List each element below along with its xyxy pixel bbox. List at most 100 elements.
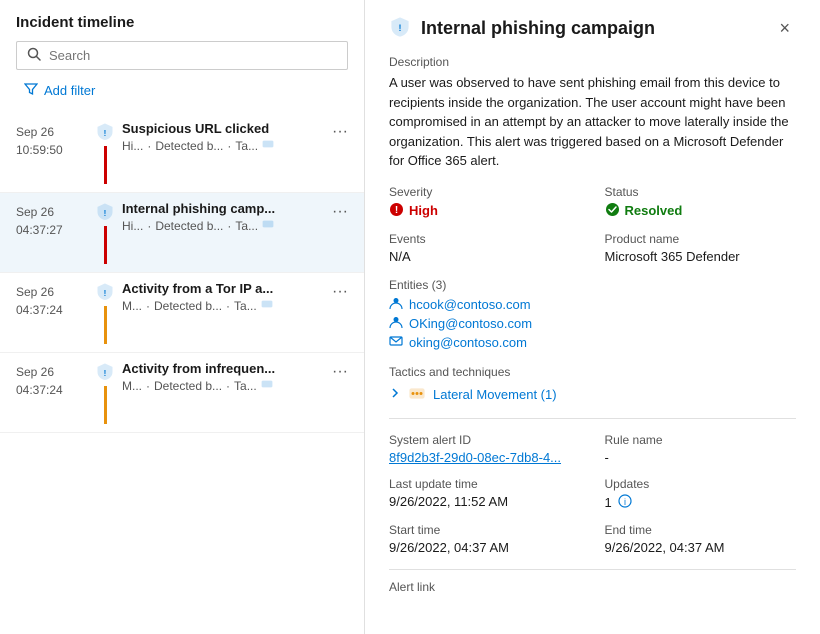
dot-separator: ·	[227, 139, 231, 153]
item-time: Sep 26 10:59:50	[16, 121, 88, 184]
item-meta: M... · Detected b... · Ta...	[122, 298, 328, 313]
incident-timeline-panel: Incident timeline Add filter Sep 26 10:5…	[0, 0, 365, 634]
severity-value: ! High	[389, 202, 581, 220]
item-time: Sep 26 04:37:24	[16, 281, 88, 344]
entity-item[interactable]: hcook@contoso.com	[389, 296, 796, 313]
svg-text:!: !	[399, 23, 402, 33]
status-cell: Status Resolved	[605, 185, 797, 220]
more-options-button[interactable]: ···	[328, 123, 352, 141]
end-time-value: 9/26/2022, 04:37 AM	[605, 540, 797, 555]
dot-separator: ·	[226, 299, 230, 313]
dot-separator: ·	[146, 299, 150, 313]
tag-icon	[262, 218, 274, 233]
item-meta-2: Detected b...	[154, 299, 222, 313]
updates-label: Updates	[605, 477, 797, 491]
item-title: Suspicious URL clicked	[122, 121, 322, 136]
filter-icon	[24, 82, 38, 99]
rule-name-cell: Rule name -	[605, 433, 797, 465]
shield-icon: !	[96, 201, 114, 224]
entity-item[interactable]: oking@contoso.com	[389, 334, 796, 351]
item-content: Activity from infrequen... M... · Detect…	[122, 361, 328, 424]
timeline-item[interactable]: Sep 26 04:37:27 ! Internal phishing camp…	[0, 193, 364, 273]
detail-panel: ! Internal phishing campaign × Descripti…	[365, 0, 820, 634]
tag-icon	[262, 138, 274, 153]
detail-title-row: ! Internal phishing campaign	[389, 16, 655, 41]
alert-link-label: Alert link	[389, 580, 796, 594]
dot-separator: ·	[226, 379, 230, 393]
svg-text:!: !	[104, 129, 107, 138]
entity-item[interactable]: OKing@contoso.com	[389, 315, 796, 332]
item-content: Activity from a Tor IP a... M... · Detec…	[122, 281, 328, 344]
item-meta-2: Detected b...	[154, 379, 222, 393]
item-meta-1: M...	[122, 299, 142, 313]
more-options-button[interactable]: ···	[328, 363, 352, 381]
search-input[interactable]	[49, 48, 337, 63]
svg-text:!: !	[395, 205, 398, 216]
system-alert-label: System alert ID	[389, 433, 581, 447]
search-icon	[27, 47, 41, 64]
more-options-button[interactable]: ···	[328, 283, 352, 301]
item-meta-2: Detected b...	[155, 139, 223, 153]
timeline-item[interactable]: Sep 26 04:37:24 ! Activity from infreque…	[0, 353, 364, 433]
item-meta-3: Ta...	[234, 299, 257, 313]
item-severity-bar	[104, 306, 107, 344]
shield-icon: !	[96, 361, 114, 384]
item-meta: Hi... · Detected b... · Ta...	[122, 218, 328, 233]
item-connector: !	[96, 201, 114, 264]
item-title: Internal phishing camp...	[122, 201, 322, 216]
item-meta-3: Ta...	[234, 379, 257, 393]
item-connector: !	[96, 281, 114, 344]
last-update-value: 9/26/2022, 11:52 AM	[389, 494, 581, 509]
item-time: Sep 26 04:37:27	[16, 201, 88, 264]
severity-cell: Severity ! High	[389, 185, 581, 220]
timeline-item[interactable]: Sep 26 10:59:50 ! Suspicious URL clicked…	[0, 113, 364, 193]
severity-icon: !	[389, 202, 404, 220]
mail-icon	[389, 334, 403, 351]
alert-detail-grid: System alert ID 8f9d2b3f-29d0-08ec-7db8-…	[389, 433, 796, 555]
chevron-right-icon	[389, 387, 401, 402]
item-meta-2: Detected b...	[155, 219, 223, 233]
entity-link[interactable]: oking@contoso.com	[409, 335, 527, 350]
svg-text:i: i	[624, 497, 626, 507]
tactics-value[interactable]: Lateral Movement (1)	[433, 387, 557, 402]
timeline-item[interactable]: Sep 26 04:37:24 ! Activity from a Tor IP…	[0, 273, 364, 353]
product-label: Product name	[605, 232, 797, 246]
end-time-cell: End time 9/26/2022, 04:37 AM	[605, 523, 797, 555]
user-icon	[389, 296, 403, 313]
severity-label: Severity	[389, 185, 581, 199]
tactics-section: Tactics and techniques Lateral Movement …	[389, 365, 796, 404]
search-box[interactable]	[16, 41, 348, 70]
item-severity-bar	[104, 146, 107, 184]
item-connector: !	[96, 361, 114, 424]
system-alert-cell: System alert ID 8f9d2b3f-29d0-08ec-7db8-…	[389, 433, 581, 465]
updates-value-row: 1 i	[605, 494, 797, 511]
updates-value: 1	[605, 495, 612, 510]
start-time-cell: Start time 9/26/2022, 04:37 AM	[389, 523, 581, 555]
system-alert-value[interactable]: 8f9d2b3f-29d0-08ec-7db8-4...	[389, 450, 561, 465]
dot-separator: ·	[147, 219, 151, 233]
entities-list: hcook@contoso.com OKing@contoso.com okin…	[389, 296, 796, 351]
events-label: Events	[389, 232, 581, 246]
close-button[interactable]: ×	[773, 16, 796, 41]
add-filter-label: Add filter	[44, 83, 95, 98]
add-filter-button[interactable]: Add filter	[16, 78, 103, 103]
entity-link[interactable]: hcook@contoso.com	[409, 297, 531, 312]
item-severity-bar	[104, 226, 107, 264]
shield-icon: !	[96, 281, 114, 304]
status-value: Resolved	[605, 202, 797, 220]
item-meta-1: M...	[122, 379, 142, 393]
last-update-cell: Last update time 9/26/2022, 11:52 AM	[389, 477, 581, 511]
item-connector: !	[96, 121, 114, 184]
item-meta-1: Hi...	[122, 219, 143, 233]
timeline-list: Sep 26 10:59:50 ! Suspicious URL clicked…	[0, 113, 364, 634]
more-options-button[interactable]: ···	[328, 203, 352, 221]
entity-link[interactable]: OKing@contoso.com	[409, 316, 532, 331]
item-content: Internal phishing camp... Hi... · Detect…	[122, 201, 328, 264]
tag-icon	[261, 378, 273, 393]
svg-text:!: !	[104, 369, 107, 378]
user-icon	[389, 315, 403, 332]
tactics-row[interactable]: Lateral Movement (1)	[389, 385, 796, 404]
detail-grid: Severity ! High Status	[389, 185, 796, 264]
last-update-label: Last update time	[389, 477, 581, 491]
item-meta-1: Hi...	[122, 139, 143, 153]
